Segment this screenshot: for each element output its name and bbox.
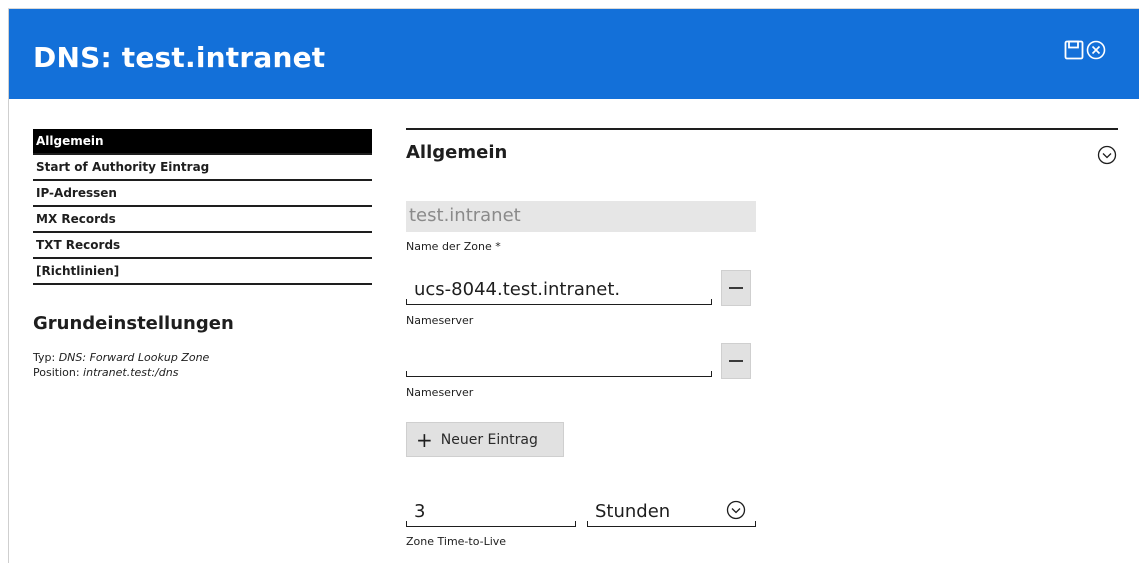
remove-nameserver-2-button[interactable]: [721, 343, 751, 379]
position-label: Position:: [33, 366, 84, 379]
minus-icon: [729, 360, 743, 362]
zone-name-input: test.intranet: [406, 201, 756, 232]
sidebar-item-allgemein[interactable]: Allgemein: [33, 129, 372, 155]
close-icon[interactable]: [1086, 40, 1106, 64]
minus-icon: [729, 287, 743, 289]
nameserver-label-1: Nameserver: [406, 314, 474, 327]
plus-icon: +: [416, 427, 433, 452]
sidebar-item-soa[interactable]: Start of Authority Eintrag: [33, 155, 372, 181]
sidebar-item-policies[interactable]: [Richtlinien]: [33, 259, 372, 285]
position-value: intranet.test:/dns: [83, 366, 179, 379]
sidebar-nav: Allgemein Start of Authority Eintrag IP-…: [33, 129, 372, 285]
nameserver-input-1[interactable]: ucs-8044.test.intranet.: [406, 275, 712, 305]
page-title: DNS: test.intranet: [33, 41, 326, 74]
add-entry-label: Neuer Eintrag: [440, 431, 538, 448]
type-label: Typ:: [33, 351, 59, 364]
remove-nameserver-1-button[interactable]: [721, 270, 751, 306]
save-icon[interactable]: [1064, 40, 1084, 64]
chevron-down-circle-icon[interactable]: [1097, 145, 1117, 169]
ttl-unit: Stunden: [595, 501, 671, 522]
section-title: Allgemein: [406, 142, 508, 163]
chevron-down-circle-icon[interactable]: [726, 500, 746, 524]
header-bar: DNS: test.intranet: [9, 9, 1139, 99]
add-entry-button[interactable]: + Neuer Eintrag: [406, 422, 564, 457]
sidebar-item-ip-addresses[interactable]: IP-Adressen: [33, 181, 372, 207]
ttl-value-input[interactable]: 3: [406, 497, 576, 527]
ttl-value: 3: [414, 501, 426, 522]
sidebar-item-mx-records[interactable]: MX Records: [33, 207, 372, 233]
ttl-label: Zone Time-to-Live: [406, 535, 507, 548]
position-info: Position: intranet.test:/dns: [33, 366, 178, 379]
nameserver-label-2: Nameserver: [406, 386, 474, 399]
type-value: DNS: Forward Lookup Zone: [58, 351, 210, 364]
type-info: Typ: DNS: Forward Lookup Zone: [33, 351, 209, 364]
section-divider: [406, 128, 1118, 130]
nameserver-value-1: ucs-8044.test.intranet.: [414, 279, 621, 300]
nameserver-input-2[interactable]: [406, 347, 712, 377]
zone-name-label: Name der Zone *: [406, 240, 501, 253]
basic-settings-title: Grundeinstellungen: [33, 313, 234, 334]
sidebar-item-txt-records[interactable]: TXT Records: [33, 233, 372, 259]
